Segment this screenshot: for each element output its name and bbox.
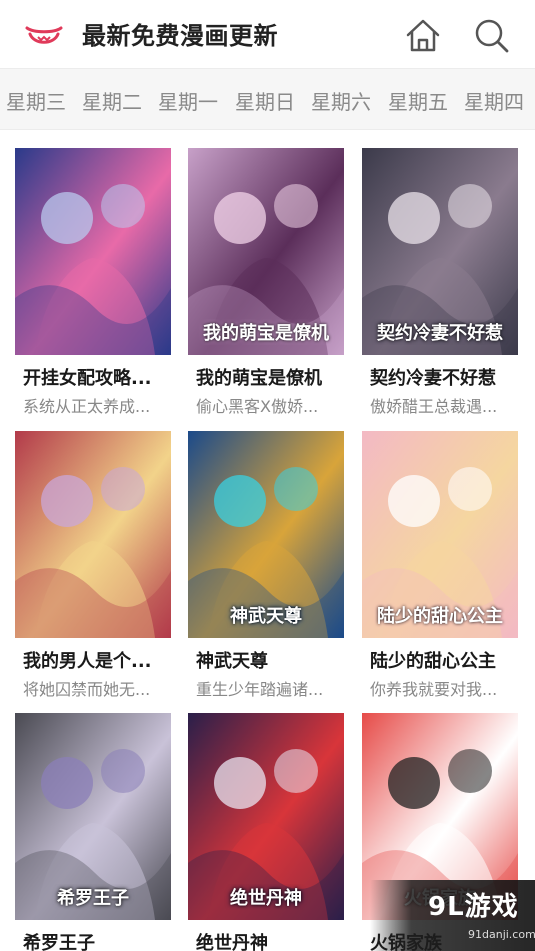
comic-cover-image[interactable] [15, 431, 171, 638]
watermark-site: 91danji.com [468, 928, 535, 941]
comic-description: 将她囚禁而她无... [23, 680, 151, 699]
mascot-logo-icon[interactable] [24, 21, 64, 47]
comic-title[interactable]: 我的萌宝是僚机 [196, 364, 346, 390]
search-icon[interactable] [472, 16, 510, 54]
comic-cover-image[interactable]: 神武天尊 [188, 431, 344, 638]
watermark-logo: 9L游戏 [428, 892, 519, 922]
comic-card[interactable]: 我的萌宝是僚机 我的萌宝是僚机 偷心黑客X傲娇... [188, 148, 344, 428]
comic-title[interactable]: 我的男人是个... [23, 647, 173, 673]
weekday-tab-bar: 星期三 星期二 星期一 星期日 星期六 星期五 星期四 [0, 68, 535, 130]
comic-cover-image[interactable]: 陆少的甜心公主 [362, 431, 518, 638]
comic-description: 系统从正太养成... [23, 397, 151, 416]
comic-cover-title: 绝世丹神 [230, 888, 302, 909]
comic-description: 傲娇醋王总裁遇... [370, 397, 498, 416]
comic-cover-image[interactable]: 希罗王子 [15, 713, 171, 920]
home-icon[interactable] [404, 16, 442, 54]
comic-description: 重生少年踏遍诸... [196, 680, 324, 699]
tab-wednesday[interactable]: 星期三 [6, 86, 66, 115]
comic-cover-title: 希罗王子 [57, 888, 129, 909]
tab-friday[interactable]: 星期五 [388, 86, 448, 115]
app-header: 最新免费漫画更新 [0, 0, 535, 68]
tab-sunday[interactable]: 星期日 [235, 86, 295, 115]
comic-cover-title: 我的萌宝是僚机 [203, 323, 329, 344]
comic-card[interactable]: 神武天尊 神武天尊 重生少年踏遍诸... [188, 431, 344, 711]
comic-card[interactable]: 陆少的甜心公主 陆少的甜心公主 你养我就要对我... [362, 431, 518, 711]
comic-cover-image[interactable]: 绝世丹神 [188, 713, 344, 920]
comic-title[interactable]: 绝世丹神 [196, 929, 346, 951]
tab-tuesday[interactable]: 星期二 [82, 86, 142, 115]
comic-title[interactable]: 开挂女配攻略... [23, 364, 173, 390]
tab-thursday[interactable]: 星期四 [464, 86, 524, 115]
comic-title[interactable]: 陆少的甜心公主 [370, 647, 520, 673]
comic-card[interactable]: 契约冷妻不好惹 契约冷妻不好惹 傲娇醋王总裁遇... [362, 148, 518, 428]
comic-cover-title: 契约冷妻不好惹 [377, 323, 503, 344]
comic-card[interactable]: 我的男人是个... 将她囚禁而她无... [15, 431, 171, 711]
comic-title[interactable]: 契约冷妻不好惹 [370, 364, 520, 390]
tab-monday[interactable]: 星期一 [158, 86, 218, 115]
comic-cover-image[interactable]: 契约冷妻不好惹 [362, 148, 518, 355]
comic-title[interactable]: 希罗王子 [23, 929, 173, 951]
comic-card[interactable]: 绝世丹神 绝世丹神 [188, 713, 344, 951]
comic-description: 你养我就要对我... [370, 680, 498, 699]
comic-cover-image[interactable]: 我的萌宝是僚机 [188, 148, 344, 355]
comic-cover-title: 陆少的甜心公主 [377, 606, 503, 627]
comic-description: 偷心黑客X傲娇... [196, 397, 319, 416]
page-title: 最新免费漫画更新 [82, 22, 278, 50]
comic-card[interactable]: 开挂女配攻略... 系统从正太养成... [15, 148, 171, 428]
comic-card[interactable]: 希罗王子 希罗王子 [15, 713, 171, 951]
site-watermark: 9L游戏 91danji.com [370, 880, 535, 951]
comic-cover-image[interactable] [15, 148, 171, 355]
comic-title[interactable]: 神武天尊 [196, 647, 346, 673]
comic-cover-title: 神武天尊 [230, 606, 302, 627]
tab-saturday[interactable]: 星期六 [311, 86, 371, 115]
